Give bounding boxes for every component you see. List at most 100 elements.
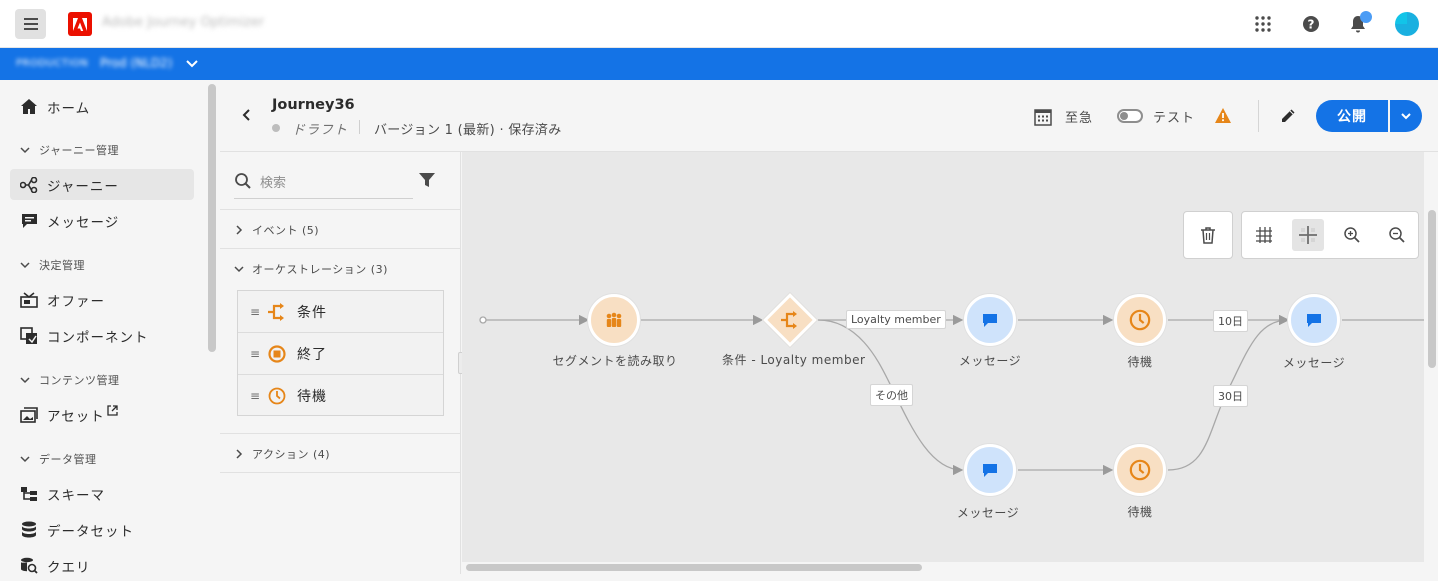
calendar-icon[interactable] — [1034, 108, 1052, 130]
node-wait-bottom[interactable] — [1114, 444, 1166, 496]
trash-icon[interactable] — [1192, 219, 1224, 251]
top-bar: Adobe Journey Optimizer ? — [0, 0, 1438, 48]
path-label-other[interactable]: その他 — [870, 384, 913, 406]
nav-section-content[interactable]: コンテンツ管理 — [20, 371, 120, 389]
publish-options-chevron-icon[interactable] — [1390, 100, 1422, 132]
nav-item-offers[interactable]: オファー — [10, 284, 194, 315]
back-chevron-icon[interactable] — [238, 106, 256, 124]
nav-scrollbar[interactable] — [208, 84, 216, 352]
chevron-down-icon — [20, 147, 30, 154]
zoom-in-icon[interactable] — [1336, 219, 1368, 251]
palette-category-label: アクション (4) — [252, 448, 331, 461]
path-label-loyalty[interactable]: Loyalty member — [846, 310, 946, 329]
wait-icon — [267, 386, 287, 406]
delete-toolgroup — [1183, 211, 1233, 259]
drag-handle-icon[interactable]: ≡ — [250, 347, 260, 361]
canvas-horizontal-scrollbar[interactable] — [466, 564, 922, 571]
node-label: セグメントを読み取り — [552, 354, 678, 368]
node-wait-top[interactable] — [1114, 294, 1166, 346]
nav-item-label: データセット — [47, 523, 134, 540]
query-icon — [20, 557, 38, 575]
schedule-label[interactable]: 至急 — [1065, 107, 1093, 126]
left-nav: ホーム ジャーニー管理 ジャーニー メッセージ 決定管理 オファー コンポーネン… — [0, 80, 206, 576]
sandbox-switcher[interactable]: Prod (NLD2) — [100, 56, 172, 70]
palette-category-orchestration[interactable]: オーケストレーション (3) — [234, 259, 388, 279]
search-input[interactable] — [260, 172, 410, 194]
offer-icon — [20, 291, 38, 309]
edit-pencil-icon[interactable] — [1279, 107, 1297, 129]
node-label: 待機 — [1127, 355, 1153, 369]
home-icon — [20, 98, 38, 116]
message-icon — [983, 463, 997, 477]
segment-icon — [606, 312, 622, 327]
nav-item-home[interactable]: ホーム — [10, 91, 194, 122]
org-bar: PRODUCTION Prod (NLD2) — [0, 48, 1438, 80]
palette-item-end[interactable]: ≡ 終了 — [238, 333, 443, 375]
nav-item-assets[interactable]: アセット — [10, 399, 194, 430]
nav-item-datasets[interactable]: データセット — [10, 514, 194, 545]
node-label: 待機 — [1127, 505, 1153, 519]
nav-item-components[interactable]: コンポーネント — [10, 320, 194, 351]
chevron-down-icon — [20, 377, 30, 384]
user-avatar[interactable] — [1395, 12, 1419, 36]
node-label: メッセージ — [958, 354, 1022, 368]
chevron-down-icon[interactable] — [185, 56, 199, 74]
condition-icon — [267, 302, 287, 322]
nav-section-journey[interactable]: ジャーニー管理 — [20, 141, 119, 159]
wait-icon — [1129, 309, 1151, 331]
node-label: メッセージ — [1282, 356, 1346, 370]
palette-item-condition[interactable]: ≡ 条件 — [238, 291, 443, 333]
fit-to-screen-icon[interactable] — [1292, 219, 1324, 251]
asset-icon — [20, 406, 38, 424]
node-label: メッセージ — [956, 506, 1020, 520]
node-message-top[interactable] — [964, 294, 1016, 346]
nav-section-label: コンテンツ管理 — [39, 374, 120, 387]
drag-handle-icon[interactable]: ≡ — [250, 389, 260, 403]
bell-icon[interactable] — [1346, 11, 1372, 36]
grid-icon[interactable] — [1248, 219, 1280, 251]
help-icon[interactable]: ? — [1299, 12, 1323, 36]
nav-item-queries[interactable]: クエリ — [10, 550, 194, 581]
journey-canvas[interactable]: セグメントを読み取り 条件 - Loyalty member Loyalty m… — [462, 152, 1424, 562]
chevron-down-icon — [20, 456, 30, 463]
nav-item-journeys[interactable]: ジャーニー — [10, 169, 194, 200]
adobe-logo-icon[interactable] — [68, 12, 92, 36]
zoom-out-icon[interactable] — [1381, 219, 1413, 251]
node-message-end[interactable] — [1288, 294, 1340, 346]
palette-item-wait[interactable]: ≡ 待機 — [238, 375, 443, 417]
publish-button[interactable]: 公開 — [1316, 100, 1388, 132]
notification-badge — [1360, 11, 1372, 23]
nav-item-schemas[interactable]: スキーマ — [10, 478, 194, 509]
node-message-bottom[interactable] — [964, 444, 1016, 496]
divider — [220, 248, 461, 249]
apps-grid-icon[interactable] — [1251, 12, 1275, 36]
nav-item-messages[interactable]: メッセージ — [10, 205, 194, 236]
nav-item-label: オファー — [47, 293, 105, 310]
nav-section-label: データ管理 — [39, 453, 97, 466]
divider — [220, 209, 461, 210]
test-mode-toggle[interactable] — [1117, 109, 1143, 123]
filter-icon[interactable] — [418, 171, 436, 193]
divider — [1258, 100, 1259, 132]
palette-item-label: 条件 — [297, 304, 327, 321]
chevron-right-icon — [236, 449, 243, 459]
wait-duration-label: 30日 — [1213, 385, 1248, 407]
menu-icon[interactable] — [15, 9, 46, 39]
activity-palette: イベント (5) オーケストレーション (3) ≡ 条件 ≡ 終了 ≡ 待機 ア… — [220, 152, 461, 574]
message-icon — [983, 313, 997, 327]
node-read-segment[interactable] — [588, 294, 640, 346]
condition-icon — [777, 307, 803, 333]
nav-item-label: コンポーネント — [47, 329, 149, 346]
journey-header: Journey36 ドラフト バージョン 1 (最新) · 保存済み 至急 テス… — [220, 80, 1438, 152]
palette-category-actions[interactable]: アクション (4) — [234, 444, 330, 464]
alert-icon[interactable] — [1214, 107, 1232, 128]
nav-section-decision[interactable]: 決定管理 — [20, 256, 85, 274]
environment-label: PRODUCTION — [16, 58, 89, 69]
svg-text:?: ? — [1308, 18, 1315, 32]
chevron-right-icon — [236, 225, 243, 235]
nav-section-data[interactable]: データ管理 — [20, 450, 97, 468]
component-icon — [20, 326, 38, 345]
drag-handle-icon[interactable]: ≡ — [250, 305, 260, 319]
canvas-vertical-scrollbar[interactable] — [1428, 210, 1436, 368]
palette-category-events[interactable]: イベント (5) — [234, 220, 319, 240]
